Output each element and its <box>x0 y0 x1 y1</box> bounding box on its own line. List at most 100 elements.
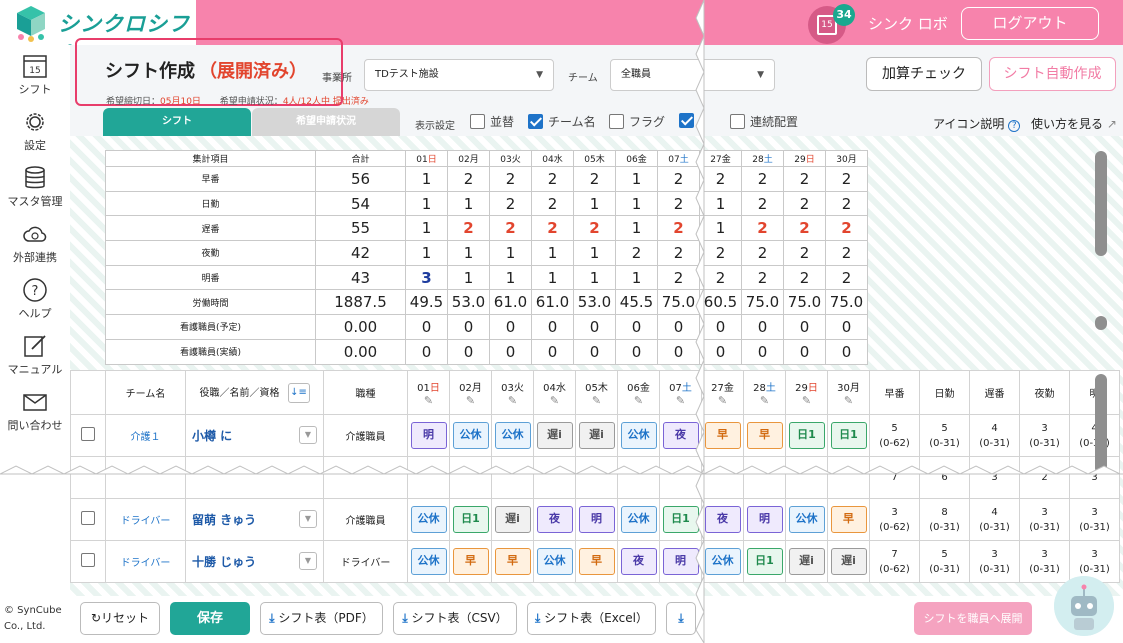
shift-chip[interactable]: 夜 <box>620 548 657 575</box>
sidebar-item-integration[interactable]: 外部連携 <box>0 221 70 265</box>
shift-chip[interactable]: 遅i <box>830 548 867 575</box>
shift-chip[interactable]: 明 <box>662 548 699 575</box>
shift-chip[interactable]: 公休 <box>620 422 657 449</box>
summary-row-label: 日勤 <box>105 190 316 217</box>
shift-chip[interactable]: 夜 <box>536 506 573 533</box>
display-option-team-name[interactable]: チーム名 <box>528 113 596 130</box>
auto-create-button[interactable]: シフト自動作成 <box>989 57 1116 91</box>
notification-calendar-button[interactable]: 15 34 <box>808 4 855 44</box>
export-excel-button[interactable]: ⤓ シフト表（Excel） <box>527 602 656 635</box>
chevron-down-icon[interactable]: ▼ <box>299 552 317 570</box>
shift-chip[interactable]: 明 <box>746 506 783 533</box>
sidebar-item-shift[interactable]: 15 シフト <box>0 53 70 97</box>
shift-chip[interactable]: 公休 <box>536 548 573 575</box>
pencil-icon[interactable]: ✎ <box>534 394 575 407</box>
summary-scroll-thumb[interactable] <box>1095 316 1107 330</box>
tab-shift[interactable]: シフト <box>103 108 251 136</box>
staff-name[interactable]: 十勝 じゅう ▼ <box>185 540 324 583</box>
pencil-icon[interactable]: ✎ <box>660 394 701 407</box>
chevron-down-icon[interactable]: ▼ <box>299 426 317 444</box>
row-checkbox[interactable] <box>81 427 95 441</box>
shift-chip[interactable]: 公休 <box>494 422 531 449</box>
summary-vertical-scrollbar[interactable] <box>1095 151 1107 256</box>
pencil-icon[interactable]: ✎ <box>576 394 617 407</box>
sidebar-item-manual[interactable]: マニュアル <box>0 333 70 377</box>
display-option-checked[interactable] <box>679 113 699 128</box>
shift-chip[interactable]: 遅i <box>494 506 531 533</box>
pencil-icon[interactable]: ✎ <box>828 394 869 407</box>
bottom-action-bar: ↻リセット 保存 ⤓ シフト表（PDF） ⤓ シフト表（CSV） ⤓ シフト表（… <box>70 576 1123 643</box>
pencil-icon[interactable]: ✎ <box>618 394 659 407</box>
shift-chip[interactable]: 遅i <box>788 548 825 575</box>
addon-check-button[interactable]: 加算チェック <box>866 57 982 91</box>
staff-vertical-scrollbar[interactable] <box>1095 374 1107 474</box>
shift-chip[interactable]: 日1 <box>830 422 867 449</box>
icon-help-link[interactable]: アイコン説明 ? <box>933 115 1021 132</box>
shift-chip[interactable]: 早 <box>494 548 531 575</box>
shift-chip[interactable]: 早 <box>578 548 615 575</box>
office-select[interactable]: TDテスト施設 ▼ <box>364 59 554 91</box>
display-option-flag[interactable]: フラグ <box>609 113 665 130</box>
shift-cell: 公休 <box>617 414 660 457</box>
shift-chip[interactable]: 早 <box>452 548 489 575</box>
sort-icon[interactable]: ↓≡ <box>287 382 310 403</box>
day-header: 03火 ✎ <box>491 370 534 415</box>
shift-chip[interactable]: 公休 <box>788 506 825 533</box>
shift-chip[interactable]: 明 <box>578 506 615 533</box>
shift-chip[interactable]: 公休 <box>620 506 657 533</box>
save-button[interactable]: 保存 <box>170 602 250 635</box>
export-csv-button[interactable]: ⤓ シフト表（CSV） <box>393 602 517 635</box>
export-more-button[interactable]: ⤓ <box>666 602 696 635</box>
chevron-down-icon[interactable]: ▼ <box>299 510 317 528</box>
pencil-icon[interactable]: ✎ <box>786 394 827 407</box>
pencil-icon[interactable]: ✎ <box>744 394 785 407</box>
shift-chip[interactable]: 日1 <box>746 548 783 575</box>
sidebar-item-master[interactable]: マスタ管理 <box>0 165 70 209</box>
shift-chip[interactable]: 公休 <box>452 422 489 449</box>
shift-count: 4(0-31) <box>969 414 1020 457</box>
shift-chip[interactable]: 公休 <box>410 506 447 533</box>
robot-assistant-icon[interactable] <box>1054 576 1114 636</box>
shift-chip[interactable]: 日1 <box>662 506 699 533</box>
pencil-icon[interactable]: ✎ <box>702 394 743 407</box>
shift-chip[interactable]: 遅i <box>578 422 615 449</box>
pencil-icon[interactable]: ✎ <box>492 394 533 407</box>
summary-cell: 2 <box>825 240 868 266</box>
shift-chip[interactable]: 日1 <box>788 422 825 449</box>
export-pdf-button[interactable]: ⤓ シフト表（PDF） <box>260 602 383 635</box>
shift-chip[interactable]: 公休 <box>704 548 741 575</box>
summary-cell: 2 <box>489 215 532 242</box>
shift-chip[interactable]: 夜 <box>704 506 741 533</box>
usage-link[interactable]: 使い方を見る ↗ <box>1031 115 1117 132</box>
sidebar-item-label: マスタ管理 <box>7 195 63 208</box>
staff-name[interactable]: 留萌 きゅう ▼ <box>185 498 324 541</box>
staff-name[interactable]: 小樽 に ▼ <box>185 414 324 457</box>
pencil-icon[interactable]: ✎ <box>408 394 449 407</box>
shift-chip[interactable]: 早 <box>704 422 741 449</box>
shift-chip[interactable]: 明 <box>410 422 447 449</box>
shift-cell: 遅i <box>491 498 534 541</box>
tab-request-status[interactable]: 希望申請状況 <box>252 108 400 136</box>
team-select[interactable]: 全職員 ▼ <box>610 59 775 91</box>
row-checkbox[interactable] <box>81 553 95 567</box>
sidebar-item-help[interactable]: ? ヘルプ <box>0 277 70 321</box>
shift-chip[interactable]: 早 <box>746 422 783 449</box>
display-option-consecutive[interactable]: 連続配置 <box>730 113 798 130</box>
shift-chip[interactable]: 遅i <box>536 422 573 449</box>
sidebar-item-contact[interactable]: 問い合わせ <box>0 389 70 433</box>
shift-chip[interactable]: 公休 <box>410 548 447 575</box>
shift-chip[interactable]: 早 <box>830 506 867 533</box>
shift-chip[interactable]: 日1 <box>452 506 489 533</box>
reset-button[interactable]: ↻リセット <box>80 602 160 635</box>
shift-cell: 公休 <box>785 498 828 541</box>
logout-button[interactable]: ログアウト <box>961 7 1099 40</box>
summary-row-label: 看護職員(実績) <box>105 338 316 365</box>
row-checkbox[interactable] <box>81 511 95 525</box>
summary-row-total: 0.00 <box>315 338 406 365</box>
deploy-to-staff-button[interactable]: シフトを職員へ展開 <box>914 602 1032 635</box>
shift-chip[interactable]: 夜 <box>662 422 699 449</box>
pencil-icon[interactable]: ✎ <box>450 394 491 407</box>
sidebar-item-settings[interactable]: 設定 <box>0 109 70 153</box>
display-option-sort[interactable]: 並替 <box>470 113 514 130</box>
shift-cell: 日1 <box>785 414 828 457</box>
